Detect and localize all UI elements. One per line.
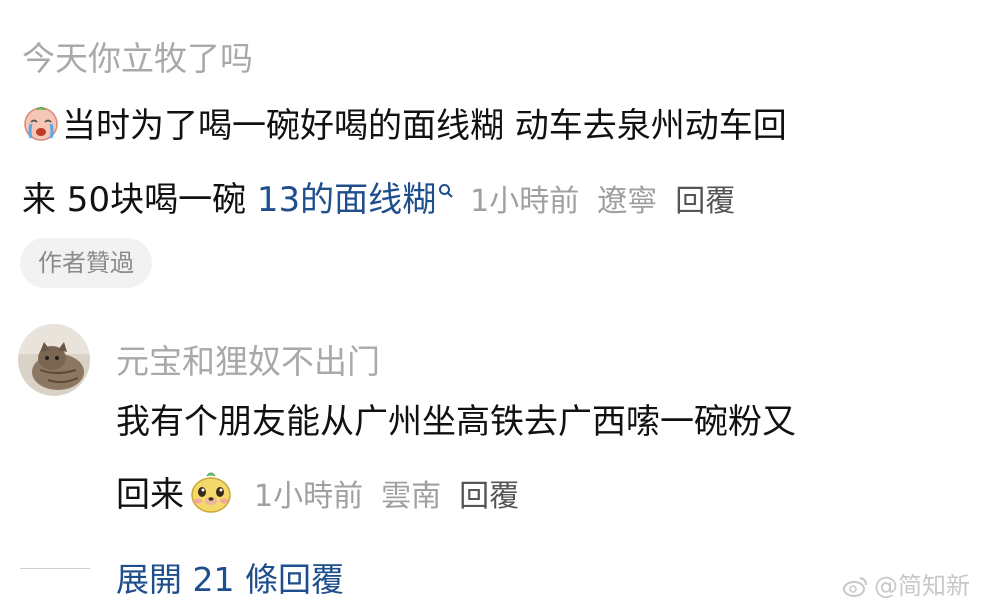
comment2-time: 1小時前 bbox=[254, 479, 364, 514]
expand-replies-button[interactable]: 展開 21 條回覆 bbox=[116, 553, 344, 601]
weibo-icon bbox=[842, 574, 870, 598]
comment2-text-line1: 我有个朋友能从广州坐高铁去广西嗦一碗粉又 bbox=[116, 402, 796, 442]
avatar[interactable] bbox=[18, 324, 90, 396]
comment1-text-line2: 来 50块喝一碗 13的面线糊 1小時前 遼寧 回覆 bbox=[22, 168, 735, 222]
comment2-line2-text: 回来 bbox=[116, 475, 184, 515]
watermark: @简知新 bbox=[842, 566, 970, 601]
search-icon[interactable] bbox=[438, 168, 454, 198]
comment1-line1-text: 当时为了喝一碗好喝的面线糊 动车去泉州动车回 bbox=[62, 106, 787, 146]
comment1-location: 遼寧 bbox=[597, 184, 658, 219]
author-liked-badge: 作者贊過 bbox=[20, 238, 152, 288]
comment1-line2-text: 来 50块喝一碗 bbox=[22, 180, 257, 220]
comment1-reply-button[interactable]: 回覆 bbox=[675, 184, 735, 219]
comment2-username[interactable]: 元宝和狸奴不出门 bbox=[116, 335, 380, 383]
search-link[interactable]: 13的面线糊 bbox=[257, 180, 436, 220]
comment1-username[interactable]: 今天你立牧了吗 bbox=[22, 32, 253, 80]
comment1-time: 1小時前 bbox=[470, 184, 580, 219]
comment2-reply-button[interactable]: 回覆 bbox=[459, 479, 519, 514]
dog-face-icon bbox=[188, 470, 234, 516]
divider bbox=[20, 568, 90, 569]
comment2-location: 雲南 bbox=[381, 479, 442, 514]
comment2-text-line2: 回来 1小時前 雲南 回覆 bbox=[116, 470, 519, 517]
comment1-text-line1: 当时为了喝一碗好喝的面线糊 动车去泉州动车回 bbox=[22, 104, 787, 146]
crying-face-icon bbox=[22, 104, 60, 142]
watermark-text: @简知新 bbox=[874, 572, 970, 600]
